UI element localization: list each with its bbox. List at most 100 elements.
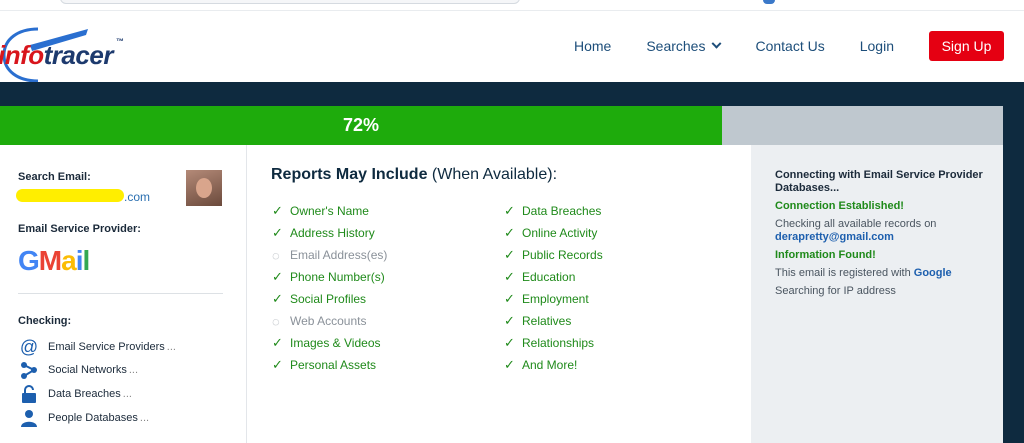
status-found: Information Found! — [775, 249, 876, 261]
nav-searches-dropdown[interactable]: Searches — [646, 38, 722, 54]
share-icon — [18, 360, 40, 380]
unlock-icon — [18, 384, 40, 404]
checking-item: Social Networks ... — [18, 360, 138, 380]
report-item: ✓ Data Breaches — [504, 203, 601, 219]
browser-address-bar[interactable] — [60, 0, 520, 4]
at-icon: @ — [19, 336, 39, 357]
check-icon: ✓ — [272, 203, 283, 218]
status-email-link[interactable]: derapretty@gmail.com — [775, 231, 894, 243]
chevron-down-icon — [712, 38, 722, 49]
status-provider-name: Google — [913, 267, 952, 279]
check-icon: ✓ — [504, 313, 515, 328]
check-icon: ✓ — [504, 269, 515, 284]
report-item-label: Personal Assets — [290, 358, 377, 372]
nav-login-link[interactable]: Login — [860, 38, 894, 54]
report-item-label: Email Address(es) — [290, 248, 388, 262]
status-checking: Checking all available records on derapre… — [775, 218, 937, 243]
email-redaction-highlight — [16, 189, 124, 202]
nav-contact-link[interactable]: Contact Us — [755, 38, 824, 54]
check-icon: ✓ — [504, 335, 515, 350]
report-item: ◌ Web Accounts — [272, 313, 367, 329]
esp-label: Email Service Provider: — [18, 223, 141, 235]
avatar — [186, 170, 222, 206]
checking-label: Checking: — [18, 315, 72, 327]
person-icon — [18, 408, 40, 428]
report-item: ✓ Public Records — [504, 247, 603, 263]
report-item: ✓ Employment — [504, 291, 589, 307]
signup-button[interactable]: Sign Up — [929, 31, 1004, 61]
report-item: ◌ Email Address(es) — [272, 247, 387, 263]
report-item-label: Web Accounts — [290, 314, 367, 328]
check-icon: ✓ — [504, 225, 515, 240]
report-item: ✓ And More! — [504, 357, 577, 373]
report-item-label: Owner's Name — [290, 204, 369, 218]
logo-wordmark: infotracer — [0, 40, 113, 70]
report-item-label: Employment — [522, 292, 589, 306]
checking-item: Data Breaches ... — [18, 384, 132, 404]
logo-trademark: ™ — [116, 37, 124, 46]
check-icon: ✓ — [272, 291, 283, 306]
site-header: infotracer ™ Home Searches Contact Us Lo… — [0, 10, 1024, 83]
report-item: ✓ Relationships — [504, 335, 594, 351]
report-item: ✓ Social Profiles — [272, 291, 366, 307]
avatar-face — [196, 178, 212, 198]
search-email-value: .com — [16, 188, 156, 206]
search-summary-column: Search Email: .com Email Service Provide… — [0, 145, 247, 443]
check-icon: ✓ — [504, 357, 515, 372]
reports-column: Reports May Include (When Available): ✓ O… — [248, 145, 751, 443]
check-icon: ✓ — [504, 291, 515, 306]
reports-title: Reports May Include (When Available): — [271, 166, 558, 183]
report-item: ✓ Images & Videos — [272, 335, 381, 351]
status-established: Connection Established! — [775, 200, 904, 212]
status-registered: This email is registered with Google — [775, 267, 952, 279]
checking-item-label: Email Service Providers — [48, 341, 165, 353]
report-item: ✓ Education — [504, 269, 575, 285]
check-icon: ✓ — [272, 357, 283, 372]
nav-home-link[interactable]: Home — [574, 38, 611, 54]
report-item-label: Social Profiles — [290, 292, 367, 306]
pending-spinner-icon: ◌ — [272, 313, 280, 329]
report-item-label: Public Records — [522, 248, 603, 262]
gmail-logo: GMail — [18, 245, 90, 276]
report-item: ✓ Phone Number(s) — [272, 269, 385, 285]
search-email-label: Search Email: — [18, 171, 91, 183]
check-icon: ✓ — [504, 247, 515, 262]
report-item-label: Data Breaches — [522, 204, 602, 218]
checking-item-label: People Databases — [48, 412, 138, 424]
main-nav: Home Searches Contact Us Login Sign Up — [539, 31, 1004, 61]
report-item: ✓ Address History — [272, 225, 375, 241]
report-item-label: Online Activity — [522, 226, 598, 240]
report-item-label: Relatives — [522, 314, 572, 328]
progress-percent: 72% — [342, 115, 380, 135]
status-connecting: Connecting with Email Service Provider D… — [775, 169, 983, 194]
report-item-label: Relationships — [522, 336, 595, 350]
report-item: ✓ Owner's Name — [272, 203, 369, 219]
status-searching-ip: Searching for IP address — [775, 285, 896, 297]
browser-profile-icon[interactable] — [763, 0, 775, 4]
browser-top-strip — [0, 0, 1024, 10]
report-item-label: Education — [522, 270, 576, 284]
report-item-label: And More! — [522, 358, 578, 372]
report-item: ✓ Online Activity — [504, 225, 597, 241]
report-item-label: Phone Number(s) — [290, 270, 385, 284]
check-icon: ✓ — [272, 335, 283, 350]
checking-item-label: Social Networks — [48, 364, 127, 376]
checking-item: People Databases ... — [18, 408, 149, 428]
search-email-domain: .com — [124, 190, 151, 204]
infotracer-logo[interactable]: infotracer ™ — [0, 23, 130, 83]
search-progress-bar: 72% — [0, 106, 1003, 145]
check-icon: ✓ — [504, 203, 515, 218]
check-icon: ✓ — [272, 225, 283, 240]
pending-spinner-icon: ◌ — [272, 247, 280, 263]
report-item-label: Address History — [290, 226, 375, 240]
report-item: ✓ Relatives — [504, 313, 571, 329]
check-icon: ✓ — [272, 269, 283, 284]
results-panel: Search Email: .com Email Service Provide… — [0, 145, 1003, 443]
checking-item: @ Email Service Providers ... — [19, 336, 176, 357]
nav-searches-label: Searches — [646, 38, 706, 54]
divider — [18, 293, 223, 294]
report-item: ✓ Personal Assets — [272, 357, 376, 373]
status-log-column: Connecting with Email Service Provider D… — [751, 145, 1003, 443]
checking-item-label: Data Breaches — [48, 388, 121, 400]
report-item-label: Images & Videos — [290, 336, 381, 350]
